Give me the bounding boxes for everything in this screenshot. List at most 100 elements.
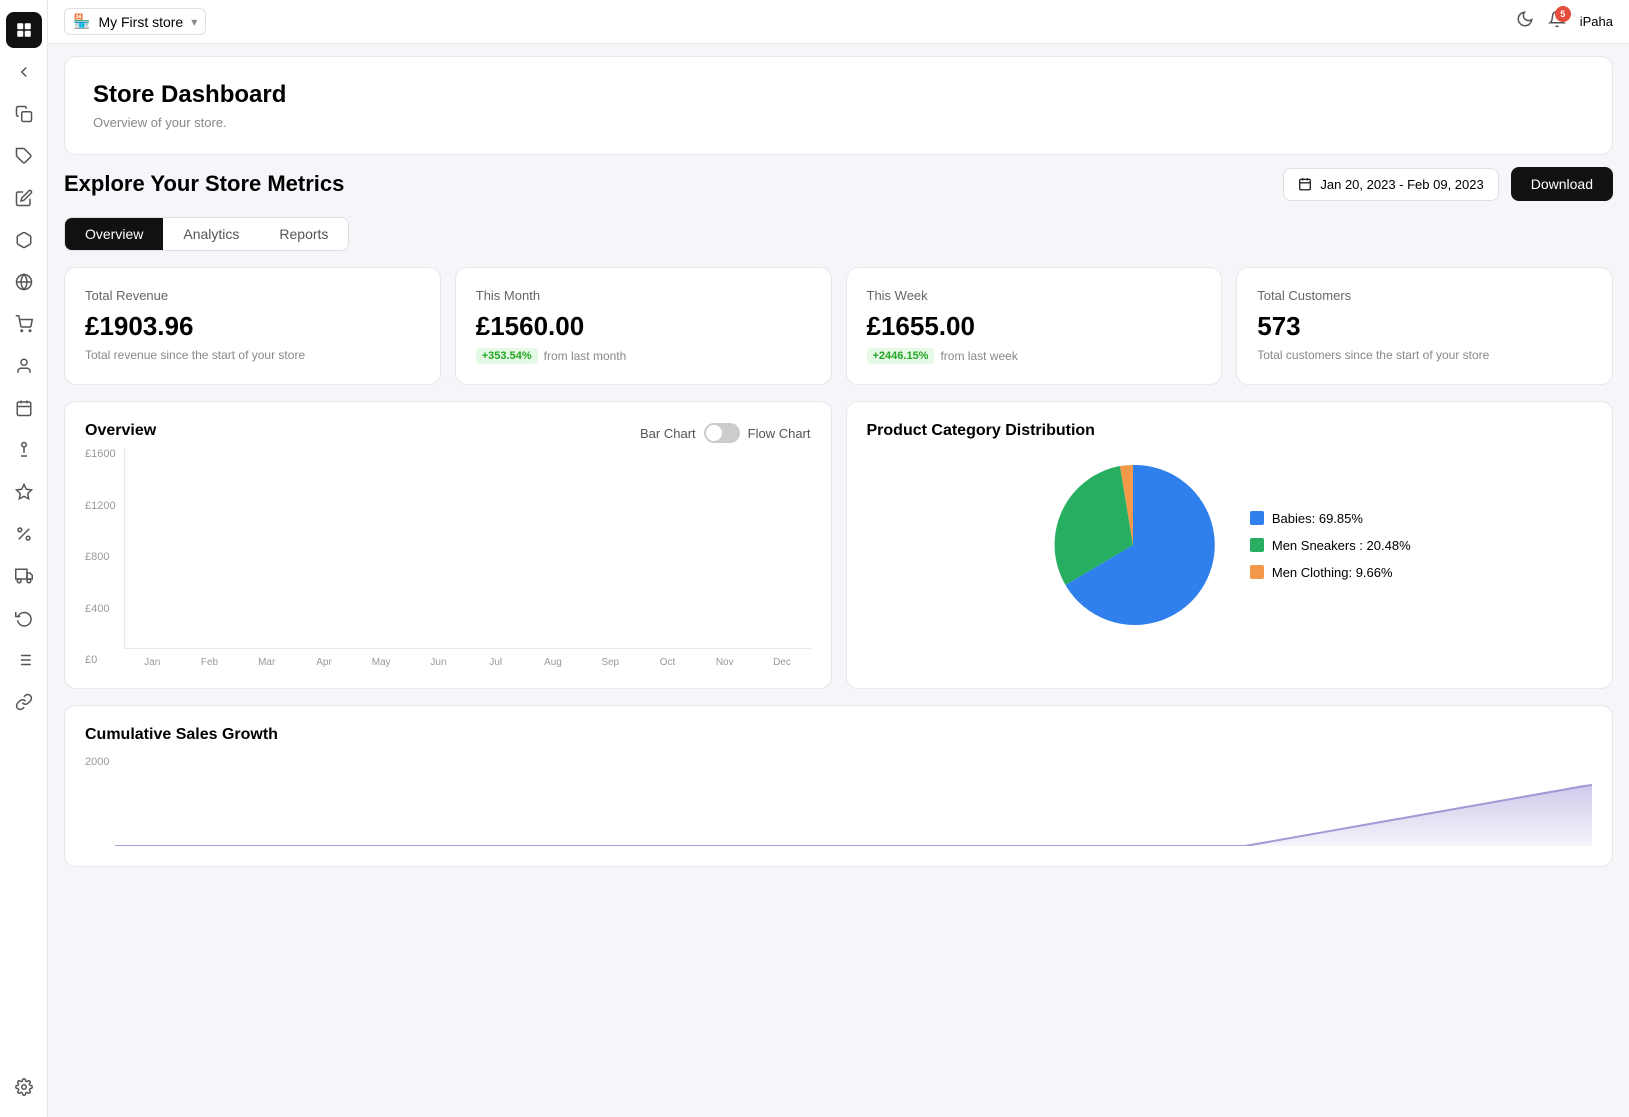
kpi-sub-3: Total customers since the start of your … (1257, 348, 1592, 362)
cumulative-chart: 2000 (85, 756, 1592, 846)
chevron-down-icon: ▾ (191, 15, 197, 29)
sidebar-icon-star[interactable] (6, 474, 42, 510)
bar-label-Jul: Jul (467, 657, 524, 668)
bar-label-May: May (353, 657, 410, 668)
pie-chart-svg (1048, 460, 1218, 630)
kpi-value-0: £1903.96 (85, 311, 420, 342)
legend-sneakers: Men Sneakers : 20.48% (1250, 538, 1411, 553)
topbar-right: 5 iPaha (1516, 10, 1613, 33)
bar-label-Oct: Oct (639, 657, 696, 668)
kpi-sub-1: +353.54% from last month (476, 348, 811, 364)
pie-legend: Babies: 69.85% Men Sneakers : 20.48% Men… (1250, 511, 1411, 580)
kpi-value-3: 573 (1257, 311, 1592, 342)
download-button[interactable]: Download (1511, 167, 1613, 201)
dashboard-header-card: Store Dashboard Overview of your store. (64, 56, 1613, 155)
cumulative-card: Cumulative Sales Growth 2000 (64, 705, 1613, 867)
tab-reports[interactable]: Reports (259, 218, 348, 250)
notification-count: 5 (1555, 6, 1571, 22)
bar-label-Sep: Sep (582, 657, 639, 668)
sidebar (0, 0, 48, 1117)
sidebar-icon-edit[interactable] (6, 180, 42, 216)
bar-label-Jun: Jun (410, 657, 467, 668)
notifications-icon[interactable]: 5 (1548, 10, 1566, 33)
sidebar-icon-calendar[interactable] (6, 390, 42, 426)
flow-chart-label: Flow Chart (748, 426, 811, 441)
bar-label-Mar: Mar (238, 657, 295, 668)
cumulative-chart-svg (115, 766, 1592, 846)
pie-chart-card: Product Category Distribution (846, 401, 1614, 689)
sidebar-icon-undo[interactable] (6, 600, 42, 636)
sidebar-icon-copy[interactable] (6, 96, 42, 132)
sidebar-icon-percent[interactable] (6, 516, 42, 552)
legend-clothing: Men Clothing: 9.66% (1250, 565, 1411, 580)
kpi-grid: Total Revenue £1903.96 Total revenue sin… (64, 267, 1613, 385)
sidebar-icon-truck[interactable] (6, 558, 42, 594)
tabs: Overview Analytics Reports (64, 217, 349, 251)
sidebar-icon-navigation[interactable] (6, 54, 42, 90)
bar-label-Jan: Jan (124, 657, 181, 668)
bar-chart-label: Bar Chart (640, 426, 696, 441)
kpi-label-0: Total Revenue (85, 288, 420, 303)
cumulative-y-label: 2000 (85, 756, 109, 768)
y-label-2: £800 (85, 551, 116, 563)
sidebar-icon-box[interactable] (6, 222, 42, 258)
kpi-this-month: This Month £1560.00 +353.54% from last m… (455, 267, 832, 385)
sidebar-icon-globe[interactable] (6, 264, 42, 300)
date-range-label: Jan 20, 2023 - Feb 09, 2023 (1320, 177, 1483, 192)
sidebar-icon-person[interactable] (6, 432, 42, 468)
content: Store Dashboard Overview of your store. … (48, 44, 1629, 1117)
sidebar-icon-tag[interactable] (6, 138, 42, 174)
y-label-4: £1600 (85, 448, 116, 460)
sidebar-icon-users[interactable] (6, 348, 42, 384)
tab-analytics[interactable]: Analytics (163, 218, 259, 250)
bar-label-Dec: Dec (753, 657, 810, 668)
kpi-value-2: £1655.00 (867, 311, 1202, 342)
kpi-value-1: £1560.00 (476, 311, 811, 342)
date-range-button[interactable]: Jan 20, 2023 - Feb 09, 2023 (1283, 168, 1498, 201)
store-selector[interactable]: 🏪 My First store ▾ (64, 8, 206, 35)
bar-label-Feb: Feb (181, 657, 238, 668)
kpi-total-customers: Total Customers 573 Total customers sinc… (1236, 267, 1613, 385)
kpi-total-revenue: Total Revenue £1903.96 Total revenue sin… (64, 267, 441, 385)
legend-label-clothing: Men Clothing: 9.66% (1272, 565, 1393, 580)
pie-chart-title: Product Category Distribution (867, 422, 1593, 440)
legend-label-babies: Babies: 69.85% (1272, 511, 1363, 526)
sidebar-icon-link[interactable] (6, 684, 42, 720)
metrics-title: Explore Your Store Metrics (64, 171, 344, 197)
y-label-3: £1200 (85, 500, 116, 512)
bar-label-Aug: Aug (524, 657, 581, 668)
tab-overview[interactable]: Overview (65, 218, 163, 250)
kpi-badge-1: +353.54% (476, 348, 538, 364)
page-title: Store Dashboard (93, 81, 1584, 109)
legend-label-sneakers: Men Sneakers : 20.48% (1272, 538, 1411, 553)
user-label: iPaha (1580, 14, 1613, 29)
bar-label-Nov: Nov (696, 657, 753, 668)
cumulative-title: Cumulative Sales Growth (85, 726, 1592, 744)
metrics-header: Explore Your Store Metrics Jan 20, 2023 … (64, 167, 1613, 201)
metrics-section: Explore Your Store Metrics Jan 20, 2023 … (48, 167, 1629, 867)
sidebar-icon-settings[interactable] (6, 1069, 42, 1105)
kpi-label-2: This Week (867, 288, 1202, 303)
kpi-label-1: This Month (476, 288, 811, 303)
dark-mode-toggle[interactable] (1516, 10, 1534, 33)
legend-color-babies (1250, 511, 1264, 525)
sidebar-icon-cart[interactable] (6, 306, 42, 342)
store-name: My First store (98, 14, 183, 30)
main-area: 🏪 My First store ▾ 5 iPaha Store Dashboa… (48, 0, 1629, 1117)
sidebar-icon-filter[interactable] (6, 642, 42, 678)
page-subtitle: Overview of your store. (93, 115, 1584, 130)
y-label-1: £400 (85, 603, 116, 615)
kpi-sub-2: +2446.15% from last week (867, 348, 1202, 364)
bar-label-Apr: Apr (295, 657, 352, 668)
kpi-this-week: This Week £1655.00 +2446.15% from last w… (846, 267, 1223, 385)
sidebar-icon-dashboard[interactable] (6, 12, 42, 48)
chart-type-toggle[interactable] (704, 423, 740, 443)
charts-row: Overview Bar Chart Flow Chart £0 £400 £8… (64, 401, 1613, 689)
topbar: 🏪 My First store ▾ 5 iPaha (48, 0, 1629, 44)
kpi-label-3: Total Customers (1257, 288, 1592, 303)
pie-container: Babies: 69.85% Men Sneakers : 20.48% Men… (867, 444, 1593, 646)
chart-toggle: Bar Chart Flow Chart (640, 423, 811, 443)
overview-chart-card: Overview Bar Chart Flow Chart £0 £400 £8… (64, 401, 832, 689)
legend-color-sneakers (1250, 538, 1264, 552)
legend-babies: Babies: 69.85% (1250, 511, 1411, 526)
